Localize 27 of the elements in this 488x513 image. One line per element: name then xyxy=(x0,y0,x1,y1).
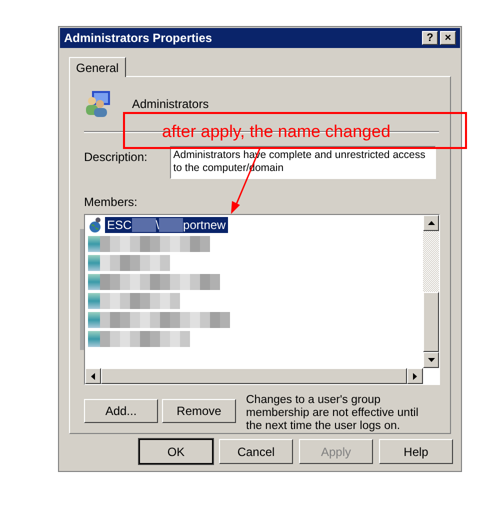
down-arrow-icon xyxy=(428,358,434,362)
description-label: Description: xyxy=(84,149,148,166)
members-label: Members: xyxy=(84,194,138,211)
scroll-down-button[interactable] xyxy=(423,352,439,368)
vertical-scrollbar[interactable] xyxy=(423,215,439,368)
remove-button[interactable]: Remove xyxy=(162,399,236,423)
membership-note: Changes to a user's group membership are not effective until the next time the user logs on. xyxy=(246,394,420,433)
scroll-right-button[interactable] xyxy=(407,368,423,384)
up-arrow-icon xyxy=(428,221,434,225)
dialog-button[interactable]: Cancel xyxy=(219,439,293,464)
dialog-button[interactable]: OK xyxy=(139,439,213,464)
users-group-icon xyxy=(84,89,112,117)
help-button[interactable]: ? xyxy=(422,31,438,45)
members-list[interactable]: ESC \ portnew xyxy=(84,214,440,385)
member-entry[interactable]: ESC \ portnew xyxy=(105,217,228,233)
tab[interactable]: General xyxy=(69,57,126,77)
left-arrow-icon xyxy=(91,372,95,380)
window-title: Administrators Properties xyxy=(64,30,212,47)
dialog-button[interactable]: Help xyxy=(379,439,453,464)
add-button[interactable]: Add... xyxy=(84,399,158,423)
close-button[interactable]: × xyxy=(440,31,456,45)
scroll-left-button[interactable] xyxy=(85,368,101,384)
right-arrow-icon xyxy=(413,372,417,380)
scroll-up-button[interactable] xyxy=(423,215,439,231)
group-name: Administrators xyxy=(132,96,209,113)
annotation-text: after apply, the name changed xyxy=(162,121,390,143)
scroll-thumb[interactable] xyxy=(423,292,439,352)
